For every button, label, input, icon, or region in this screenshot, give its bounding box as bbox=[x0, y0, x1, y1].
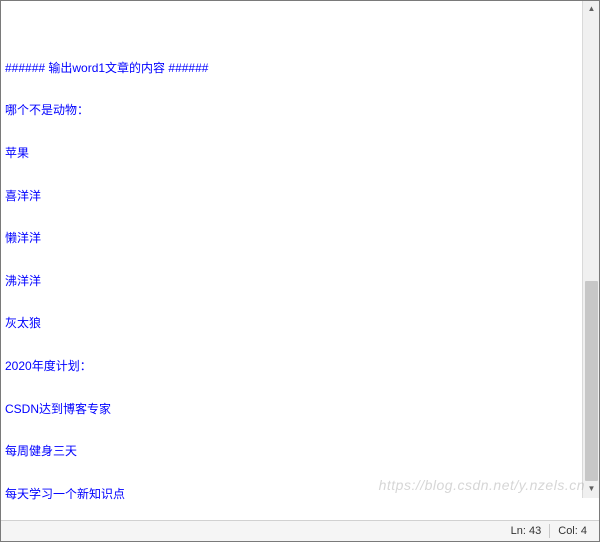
content-wrap: ###### 输出word1文章的内容 ###### 哪个不是动物： 苹果 喜洋… bbox=[5, 32, 595, 520]
output-line: 沸洋洋 bbox=[5, 274, 578, 288]
output-line: 哪个不是动物： bbox=[5, 103, 578, 117]
col-label: Col: bbox=[558, 525, 578, 537]
status-bar: Ln: 43 Col: 4 bbox=[1, 520, 599, 541]
vertical-scrollbar[interactable]: ▲ ▼ bbox=[582, 1, 599, 498]
output-line: 懒洋洋 bbox=[5, 231, 578, 245]
output-line: 每天学习一个新知识点 bbox=[5, 487, 578, 501]
chevron-down-icon: ▼ bbox=[588, 482, 596, 496]
ln-label: Ln: bbox=[511, 525, 526, 537]
section-header: ###### 输出word1文章的内容 ###### bbox=[5, 61, 578, 75]
ln-value: 43 bbox=[529, 525, 541, 537]
status-separator bbox=[549, 524, 550, 538]
scroll-up-button[interactable]: ▲ bbox=[583, 1, 599, 18]
scroll-thumb[interactable] bbox=[585, 281, 598, 481]
output-line: 灰太狼 bbox=[5, 316, 578, 330]
scroll-down-button[interactable]: ▼ bbox=[583, 481, 599, 498]
chevron-up-icon: ▲ bbox=[588, 2, 596, 16]
status-right-group: Ln: 43 Col: 4 bbox=[505, 524, 593, 538]
output-line: 苹果 bbox=[5, 146, 578, 160]
col-value: 4 bbox=[581, 525, 587, 537]
output-line: CSDN达到博客专家 bbox=[5, 402, 578, 416]
output-line: 2020年度计划： bbox=[5, 359, 578, 373]
shell-output-area[interactable]: ###### 输出word1文章的内容 ###### 哪个不是动物： 苹果 喜洋… bbox=[1, 1, 599, 520]
editor-window: ###### 输出word1文章的内容 ###### 哪个不是动物： 苹果 喜洋… bbox=[0, 0, 600, 542]
output-line: 每周健身三天 bbox=[5, 444, 578, 458]
line-indicator: Ln: 43 bbox=[505, 525, 548, 537]
column-indicator: Col: 4 bbox=[552, 525, 593, 537]
output-line: 喜洋洋 bbox=[5, 189, 578, 203]
